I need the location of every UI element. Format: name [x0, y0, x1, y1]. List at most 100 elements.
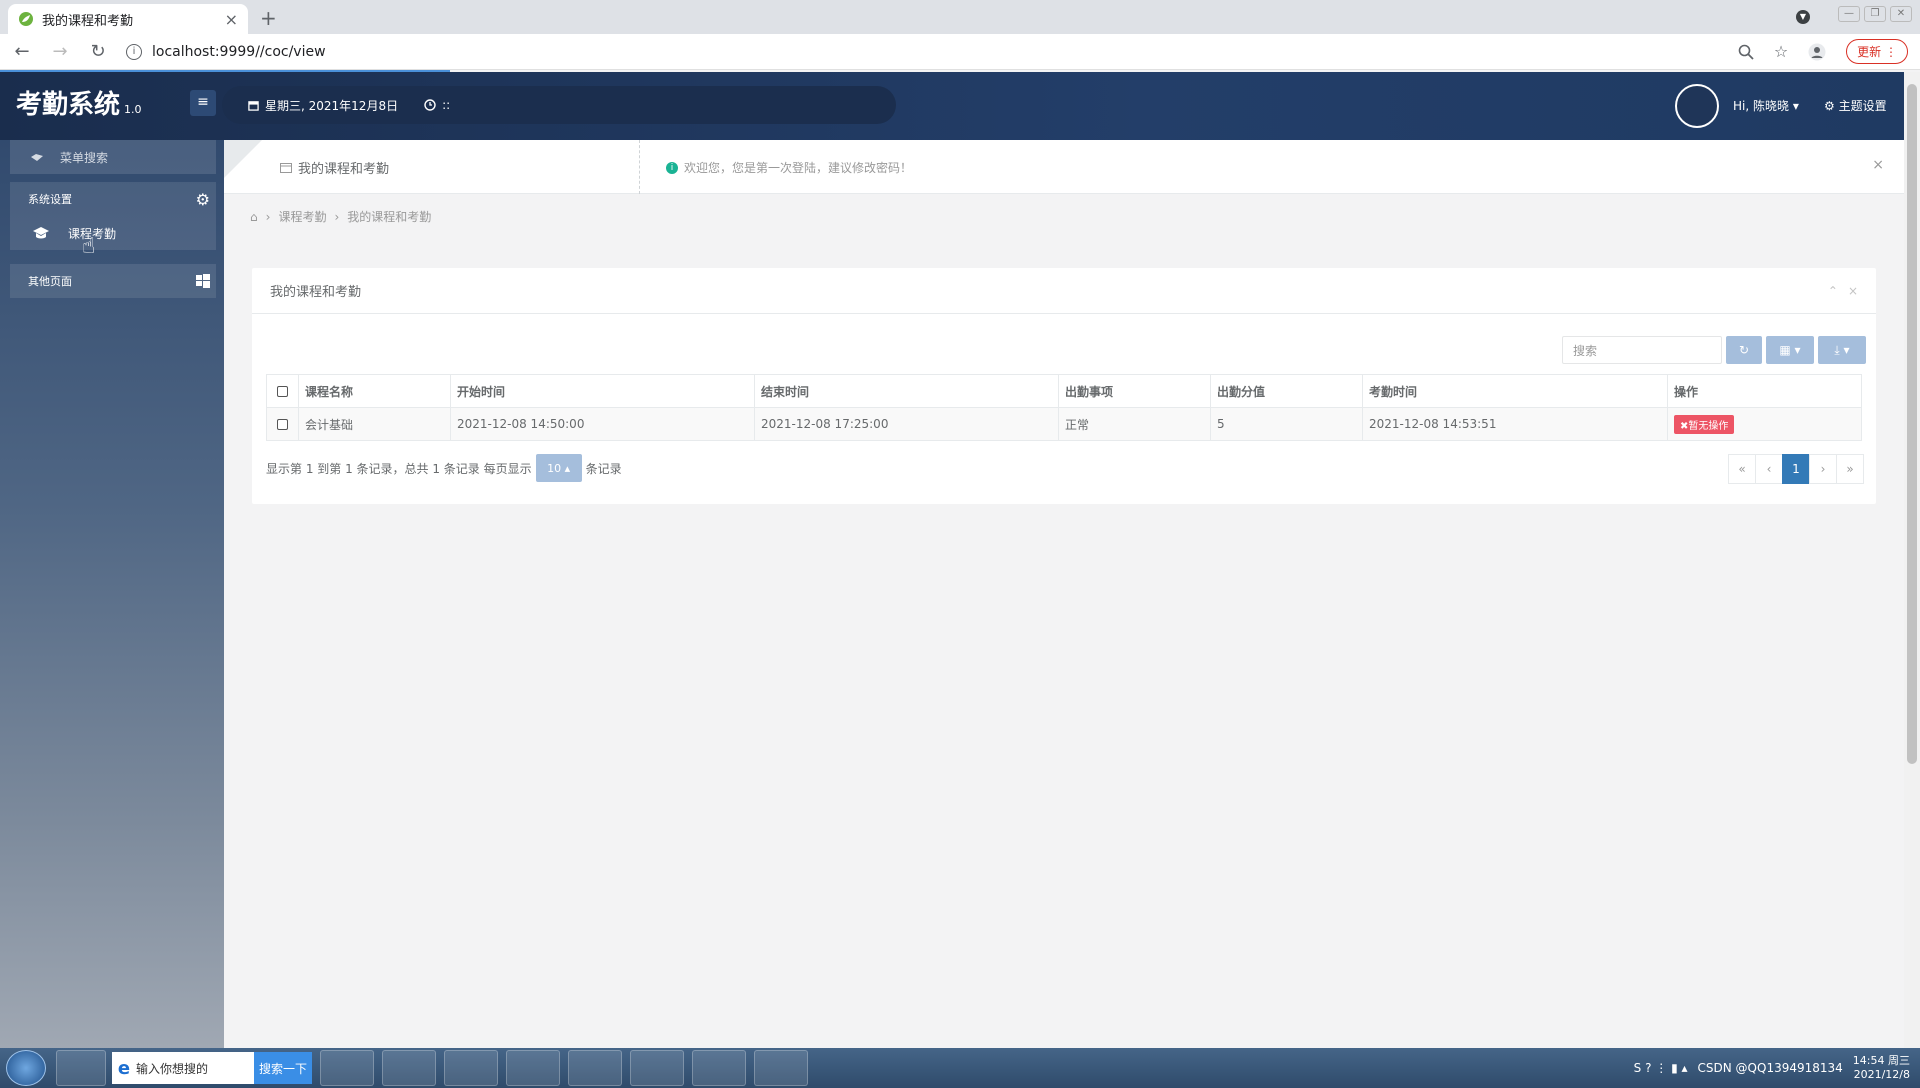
- toolbar-actions: ☆ 更新 ⋮: [1738, 39, 1908, 64]
- window-icon: [280, 162, 292, 173]
- new-tab-button[interactable]: +: [260, 6, 277, 30]
- taskbar-search-button[interactable]: 搜索一下: [254, 1052, 312, 1084]
- taskbar-app-folder[interactable]: [692, 1050, 746, 1086]
- sidebar-group-system: 系统设置 ⚙ 课程考勤: [10, 182, 216, 250]
- watermark-text: CSDN @QQ1394918134: [1697, 1061, 1843, 1075]
- taskbar-app-wechat[interactable]: [506, 1050, 560, 1086]
- taskbar-app-tool[interactable]: [754, 1050, 808, 1086]
- page-1-button[interactable]: 1: [1782, 454, 1810, 484]
- search-hand-icon: [31, 154, 43, 161]
- avatar[interactable]: [1675, 84, 1719, 128]
- pagination: « ‹ 1 › »: [1728, 454, 1864, 484]
- clock[interactable]: 14:54 周三 2021/12/8: [1853, 1054, 1910, 1082]
- time-display: ::: [424, 98, 450, 112]
- zoom-icon[interactable]: [1738, 44, 1754, 60]
- breadcrumb-separator: ›: [334, 209, 340, 224]
- column-header[interactable]: 出勤分值: [1210, 374, 1363, 408]
- prev-page-button[interactable]: ‹: [1755, 454, 1783, 484]
- info-icon: i: [666, 161, 678, 174]
- start-button[interactable]: [6, 1050, 46, 1086]
- taskbar-app-firefox[interactable]: [382, 1050, 436, 1086]
- leaf-icon: [19, 12, 33, 26]
- column-header[interactable]: 开始时间: [450, 374, 755, 408]
- graduation-cap-icon: [33, 227, 49, 239]
- ie-icon: e: [117, 1057, 131, 1079]
- scrollbar-thumb[interactable]: [1907, 84, 1917, 764]
- first-page-button[interactable]: «: [1728, 454, 1756, 484]
- no-action-button[interactable]: ✖暂无操作: [1674, 414, 1735, 434]
- site-info-icon[interactable]: i: [126, 43, 142, 60]
- back-icon[interactable]: ←: [12, 41, 32, 62]
- export-button[interactable]: ⤓ ▾: [1818, 336, 1866, 364]
- page-scrollbar[interactable]: [1904, 72, 1920, 1048]
- tray-icons[interactable]: S ? ⋮ ▮ ▴: [1634, 1061, 1688, 1075]
- update-button[interactable]: 更新 ⋮: [1846, 39, 1908, 64]
- pager-text: 显示第 1 到第 1 条记录，总共 1 条记录 每页显示: [266, 461, 532, 476]
- restore-icon[interactable]: ❐: [1864, 6, 1886, 22]
- column-header[interactable]: 出勤事项: [1058, 374, 1211, 408]
- menu-search[interactable]: 菜单搜索: [10, 140, 216, 174]
- taskbar-search[interactable]: e 输入你想搜的 搜索一下: [112, 1052, 312, 1084]
- taskbar-app-explorer[interactable]: [568, 1050, 622, 1086]
- column-header[interactable]: 结束时间: [754, 374, 1059, 408]
- sidebar-group-label: 其他页面: [28, 275, 72, 288]
- close-icon[interactable]: ×: [1872, 157, 1884, 173]
- sidebar-group-label: 系统设置: [28, 193, 72, 206]
- column-header: 操作: [1667, 374, 1862, 408]
- taskbar-app-game[interactable]: [444, 1050, 498, 1086]
- app-logo[interactable]: 考勤系统 1.0: [16, 84, 142, 121]
- table-search-input[interactable]: 搜索: [1562, 336, 1722, 364]
- address-bar[interactable]: i localhost:9999//coc/view: [126, 38, 1720, 66]
- collapse-icon[interactable]: ⌃: [1828, 284, 1838, 298]
- home-icon[interactable]: ⌂: [250, 210, 258, 224]
- columns-button[interactable]: ▦ ▾: [1766, 336, 1814, 364]
- taskbar-app-intellij[interactable]: [320, 1050, 374, 1086]
- select-all-checkbox[interactable]: [277, 385, 288, 397]
- tab-close-icon[interactable]: ×: [225, 10, 238, 29]
- os-taskbar: e 输入你想搜的 搜索一下 S ? ⋮ ▮ ▴ CSDN @QQ13949181…: [0, 1048, 1920, 1088]
- column-header[interactable]: 考勤时间: [1362, 374, 1668, 408]
- refresh-icon: ↻: [1738, 343, 1750, 357]
- windows-icon: [196, 274, 210, 288]
- cell-check-time: 2021-12-08 14:53:51: [1362, 407, 1668, 441]
- last-page-button[interactable]: »: [1836, 454, 1864, 484]
- welcome-notice: i 欢迎您，您是第一次登陆，建议修改密码！: [666, 159, 912, 176]
- page-size-select[interactable]: 10 ▴: [535, 454, 582, 482]
- tab-my-courses[interactable]: 我的课程和考勤: [280, 158, 389, 177]
- page-size-value: 10: [547, 461, 562, 475]
- sidebar-group-header[interactable]: 其他页面: [10, 264, 216, 298]
- row-checkbox[interactable]: [277, 418, 288, 430]
- menu-search-placeholder: 菜单搜索: [60, 150, 109, 165]
- taskbar-app-chrome[interactable]: [630, 1050, 684, 1086]
- app-version: 1.0: [124, 103, 142, 116]
- notice-text: 欢迎您，您是第一次登陆，建议修改密码！: [684, 161, 913, 175]
- browser-tab[interactable]: 我的课程和考勤 ×: [8, 4, 248, 34]
- pager-text-suffix: 条记录: [585, 461, 622, 476]
- sidebar-group-header[interactable]: 系统设置 ⚙: [10, 182, 216, 216]
- pager-info: 显示第 1 到第 1 条记录，总共 1 条记录 每页显示 10 ▴ 条记录: [266, 454, 622, 482]
- window-controls: — ❐ ✕: [1838, 6, 1912, 22]
- close-window-icon[interactable]: ✕: [1890, 6, 1912, 22]
- clock-icon: [424, 99, 436, 111]
- tab-label: 我的课程和考勤: [298, 162, 390, 177]
- taskbar-app-360[interactable]: [56, 1050, 106, 1086]
- minimize-icon[interactable]: —: [1838, 6, 1860, 22]
- bookmark-star-icon[interactable]: ☆: [1774, 42, 1788, 61]
- tab-search-icon[interactable]: ▼: [1796, 10, 1810, 24]
- sidebar-item-course-attendance[interactable]: 课程考勤: [10, 216, 216, 250]
- clock-time: 14:54 周三: [1852, 1054, 1910, 1067]
- next-page-button[interactable]: ›: [1809, 454, 1837, 484]
- column-header[interactable]: 课程名称: [298, 374, 451, 408]
- tab-fold-decoration: [224, 140, 262, 178]
- profile-icon[interactable]: [1808, 43, 1826, 61]
- breadcrumb-item[interactable]: 课程考勤: [278, 208, 326, 225]
- refresh-button[interactable]: ↻: [1726, 336, 1762, 364]
- reload-icon[interactable]: ↻: [88, 41, 108, 62]
- close-icon[interactable]: ×: [1848, 284, 1858, 298]
- theme-settings-button[interactable]: ⚙ 主题设置: [1824, 97, 1887, 114]
- breadcrumb-item: 我的课程和考勤: [347, 210, 432, 224]
- user-menu[interactable]: Hi, 陈晓晓 ▾: [1733, 97, 1799, 114]
- search-placeholder: 搜索: [1573, 343, 1598, 358]
- menu-toggle-button[interactable]: ≡: [190, 90, 216, 116]
- forward-icon[interactable]: →: [50, 41, 70, 62]
